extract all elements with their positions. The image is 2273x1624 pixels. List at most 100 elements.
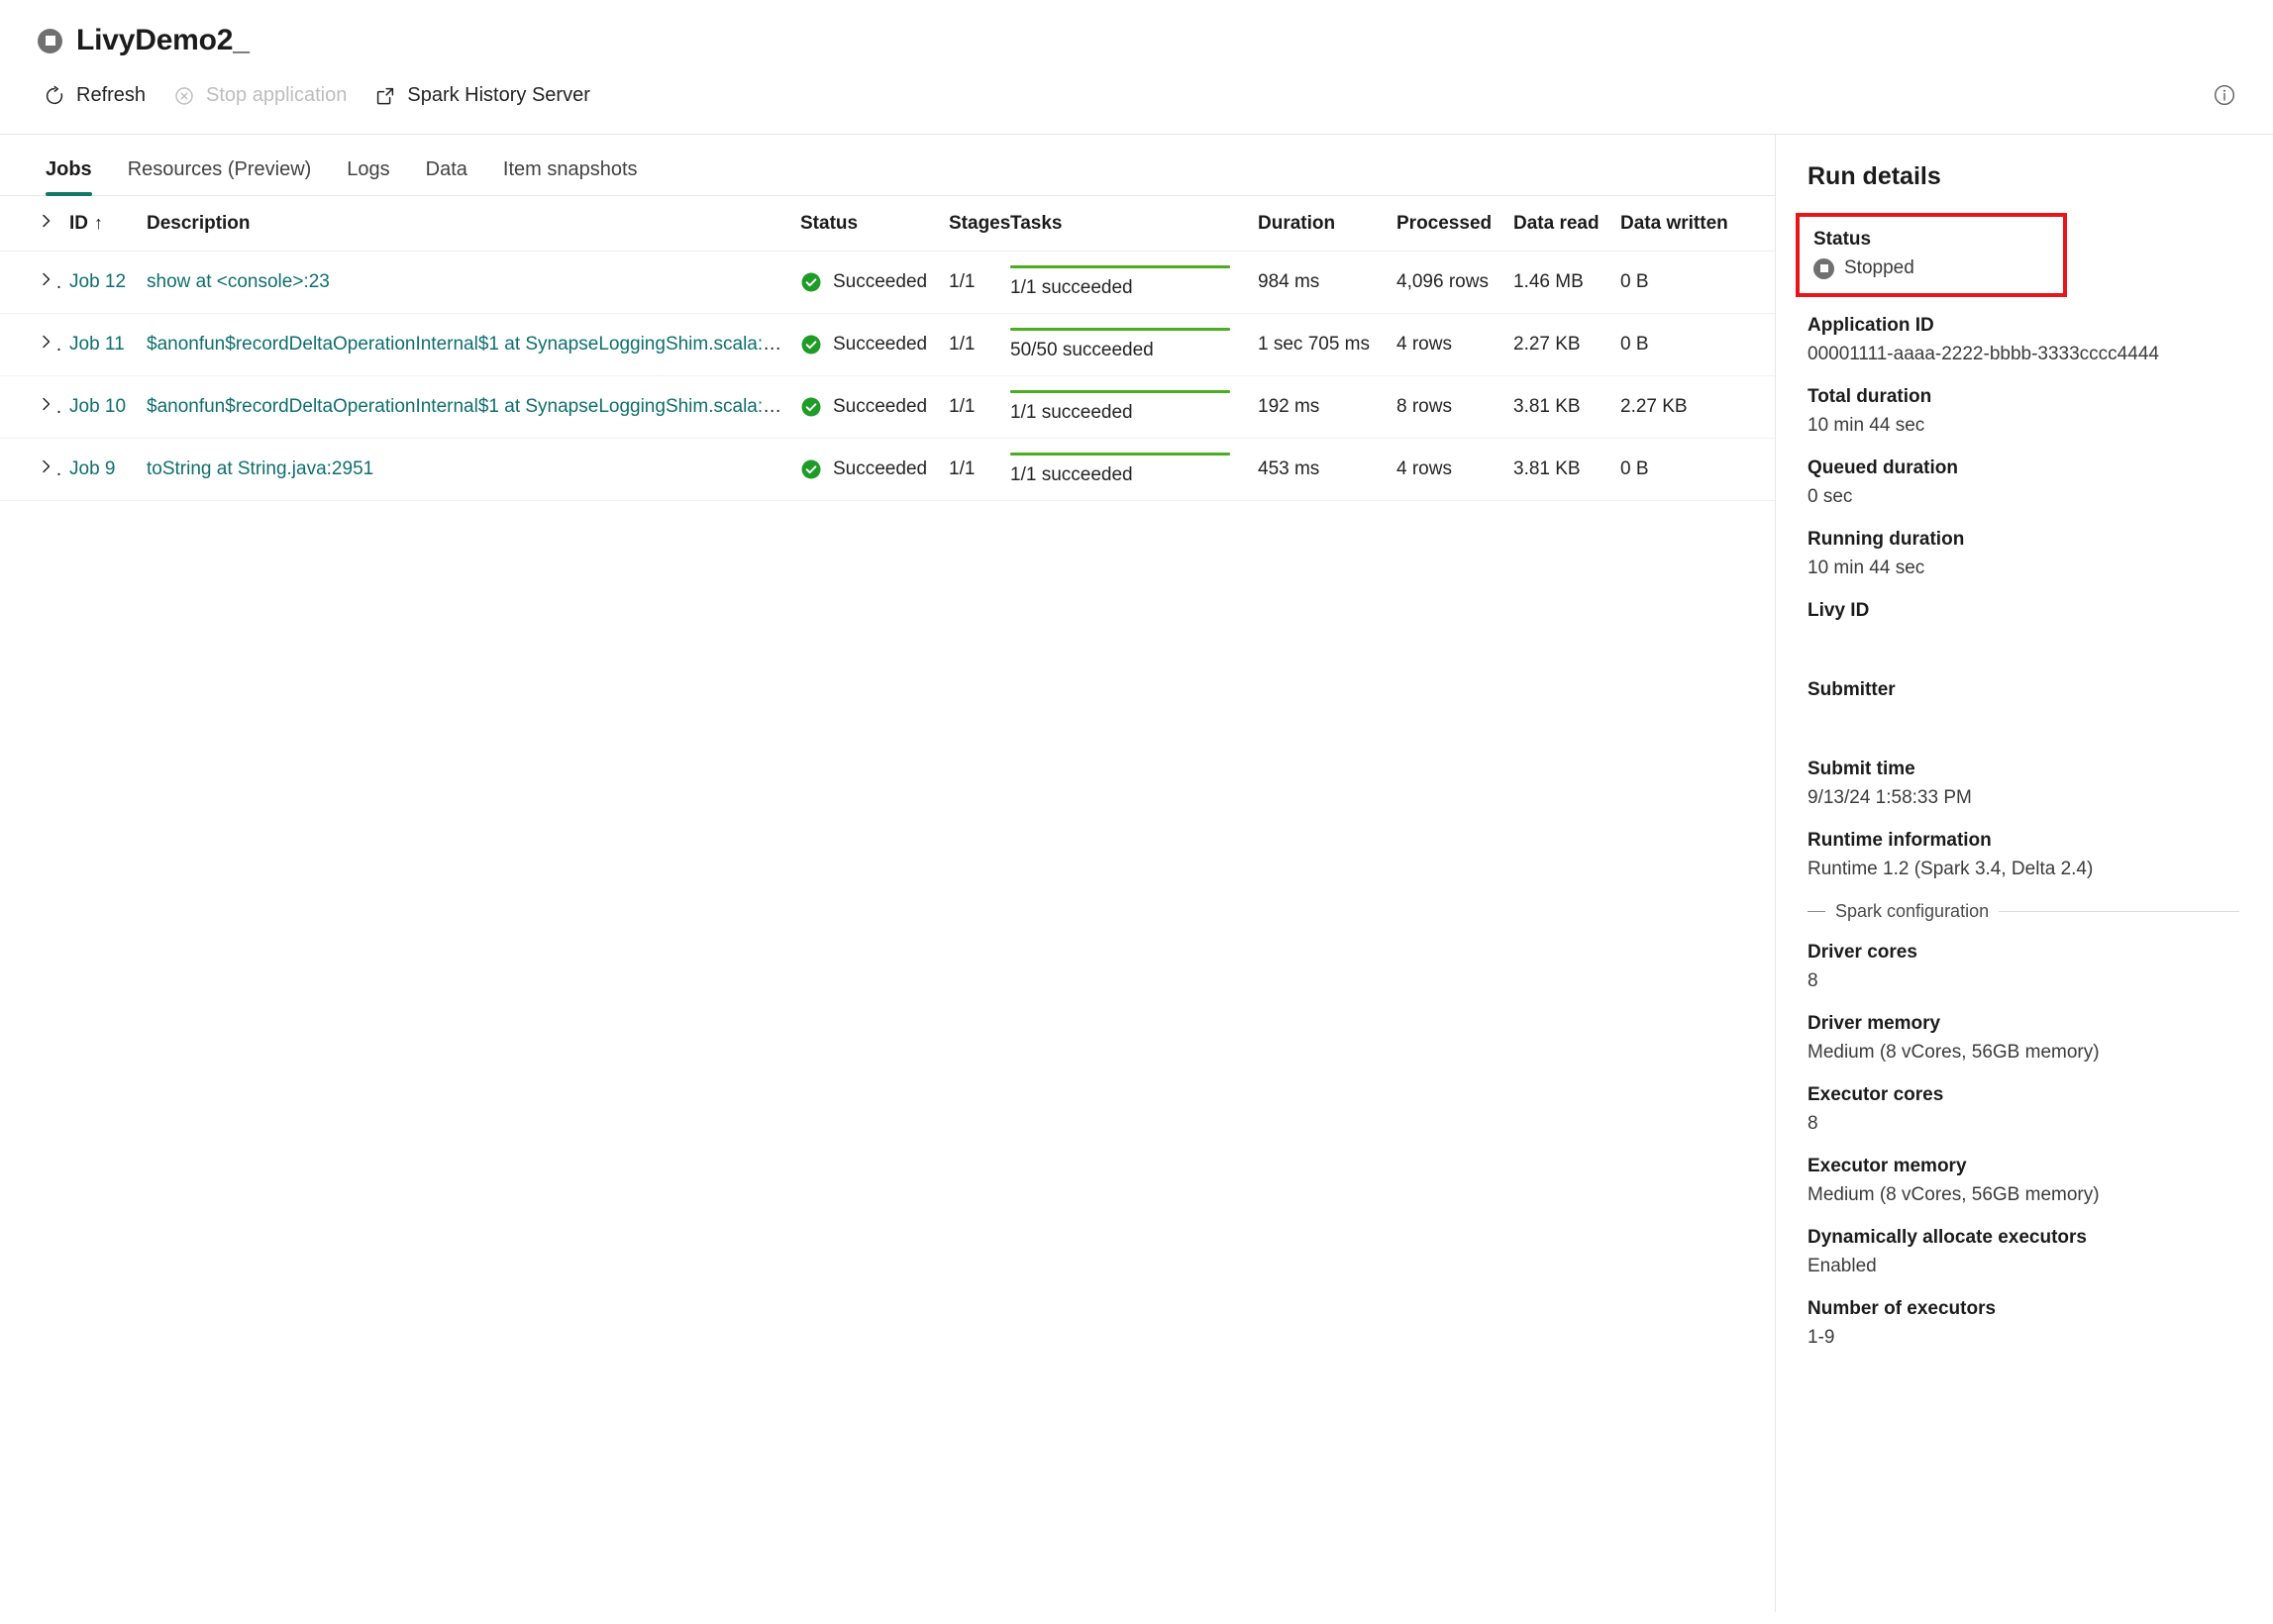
header-processed[interactable]: Processed: [1389, 196, 1505, 252]
refresh-label: Refresh: [76, 84, 147, 106]
page-header: LivyDemo2_ Refresh Stop application Spar…: [0, 0, 2273, 135]
total-duration-label: Total duration: [1808, 386, 1932, 407]
tab-data-label: Data: [425, 158, 467, 180]
data-read-value: 2.27 KB: [1513, 334, 1581, 355]
status-badge: Succeeded: [800, 271, 933, 293]
livy-id-label: Livy ID: [1808, 600, 1870, 621]
driver-cores-field: Driver cores 8: [1808, 942, 2239, 992]
stop-application-label: Stop application: [206, 84, 348, 106]
spark-history-server-button[interactable]: Spark History Server: [361, 77, 604, 114]
dynamic-allocation-field: Dynamically allocate executors Enabled: [1808, 1227, 2239, 1277]
tasks-progress-bar: [1010, 453, 1230, 456]
duration-value: 453 ms: [1258, 458, 1320, 479]
chevron-right-icon[interactable]: [38, 333, 55, 351]
header-stages-label: Stages: [949, 213, 1011, 234]
job-description-link[interactable]: toString at String.java:2951: [147, 458, 373, 479]
spark-history-server-label: Spark History Server: [407, 84, 590, 106]
runtime-information-label: Runtime information: [1808, 830, 1992, 851]
status-text: Succeeded: [833, 271, 928, 292]
tasks-progress-bar: [1010, 390, 1230, 393]
tab-data[interactable]: Data: [408, 158, 485, 195]
job-description-link[interactable]: show at <console>:23: [147, 271, 330, 292]
status-field: Status Stopped: [1813, 229, 2049, 279]
table-row[interactable]: Job 9 toString at String.java:2951 Succe…: [0, 438, 1775, 501]
stop-circle-x-icon: [173, 85, 195, 107]
row-expand-toggle[interactable]: [0, 313, 61, 376]
table-row[interactable]: Job 10 $anonfun$recordDeltaOperationInte…: [0, 375, 1775, 439]
main-pane: Jobs Resources (Preview) Logs Data Item …: [0, 135, 1775, 1612]
section-divider: [1999, 911, 2239, 912]
table-row[interactable]: Job 11 $anonfun$recordDeltaOperationInte…: [0, 313, 1775, 376]
job-id-link[interactable]: Job 10: [69, 396, 126, 417]
chevron-right-icon[interactable]: [38, 457, 55, 475]
table-row[interactable]: Job 12 show at <console>:23 Succeeded 1/…: [0, 251, 1775, 314]
total-duration-field: Total duration 10 min 44 sec: [1808, 386, 2239, 437]
tab-item-snapshots[interactable]: Item snapshots: [485, 158, 656, 195]
job-description-link[interactable]: $anonfun$recordDeltaOperationInternal$1 …: [147, 396, 791, 417]
submitter-field: Submitter: [1808, 679, 2239, 738]
header-description-label: Description: [147, 213, 251, 234]
livy-id-value: [1808, 629, 2239, 659]
duration-value: 192 ms: [1258, 396, 1320, 417]
header-tasks[interactable]: Tasks: [1002, 196, 1250, 252]
livy-id-field: Livy ID: [1808, 600, 2239, 659]
chevron-right-icon[interactable]: [38, 395, 55, 413]
tab-logs[interactable]: Logs: [329, 158, 407, 195]
header-id-label: ID: [69, 213, 88, 234]
executor-cores-value: 8: [1808, 1113, 1818, 1134]
dynamic-allocation-label: Dynamically allocate executors: [1808, 1227, 2087, 1248]
run-details-title: Run details: [1808, 162, 1941, 190]
tasks-progress: 1/1 succeeded: [1010, 453, 1230, 486]
executor-memory-value: Medium (8 vCores, 56GB memory): [1808, 1184, 2100, 1205]
header-data-written[interactable]: Data written: [1612, 196, 1775, 252]
header-expand-all[interactable]: [0, 196, 61, 252]
application-id-field: Application ID 00001111-aaaa-2222-bbbb-3…: [1808, 315, 2239, 365]
header-duration[interactable]: Duration: [1250, 196, 1389, 252]
header-description[interactable]: Description: [139, 196, 792, 252]
running-duration-field: Running duration 10 min 44 sec: [1808, 529, 2239, 579]
spark-configuration-section-header[interactable]: Spark configuration: [1808, 901, 2239, 922]
header-data-written-label: Data written: [1620, 213, 1728, 234]
row-expand-toggle[interactable]: [0, 375, 61, 439]
header-id[interactable]: ID ↑: [61, 196, 139, 252]
tasks-progress-bar: [1010, 328, 1230, 331]
driver-cores-value: 8: [1808, 970, 1818, 991]
executor-memory-field: Executor memory Medium (8 vCores, 56GB m…: [1808, 1156, 2239, 1206]
chevron-right-icon[interactable]: [38, 270, 55, 288]
data-read-value: 3.81 KB: [1513, 458, 1581, 479]
tasks-progress-bar: [1010, 265, 1230, 268]
processed-value: 8 rows: [1396, 396, 1452, 417]
page-title: LivyDemo2_: [76, 24, 250, 56]
data-written-value: 0 B: [1620, 334, 1649, 355]
title-row: LivyDemo2_: [0, 0, 2273, 55]
job-description-link[interactable]: $anonfun$recordDeltaOperationInternal$1 …: [147, 334, 791, 355]
refresh-button[interactable]: Refresh: [30, 77, 159, 114]
header-data-read[interactable]: Data read: [1505, 196, 1612, 252]
status-highlight-annotation: Status Stopped: [1796, 213, 2067, 297]
queued-duration-label: Queued duration: [1808, 457, 1958, 478]
sort-ascending-icon: ↑: [94, 213, 103, 233]
row-expand-toggle[interactable]: [0, 251, 61, 314]
total-duration-value: 10 min 44 sec: [1808, 415, 1925, 436]
header-tasks-label: Tasks: [1010, 213, 1063, 234]
chevron-right-icon[interactable]: [38, 212, 55, 230]
header-stages[interactable]: Stages: [941, 196, 1010, 252]
jobs-table-body: Job 12 show at <console>:23 Succeeded 1/…: [0, 251, 1775, 501]
tab-jobs[interactable]: Jobs: [28, 158, 110, 196]
job-id-link[interactable]: Job 12: [69, 271, 126, 292]
info-circle-icon[interactable]: [2206, 76, 2243, 114]
executor-cores-label: Executor cores: [1808, 1084, 1944, 1105]
processed-value: 4,096 rows: [1396, 271, 1489, 292]
tab-jobs-label: Jobs: [46, 158, 92, 180]
data-written-value: 0 B: [1620, 458, 1649, 479]
row-expand-toggle[interactable]: [0, 438, 61, 501]
driver-cores-label: Driver cores: [1808, 942, 1917, 963]
tab-resources[interactable]: Resources (Preview): [110, 158, 330, 195]
job-id-link[interactable]: Job 11: [69, 334, 125, 355]
stop-application-button[interactable]: Stop application: [159, 77, 361, 114]
stages-value: 1/1: [949, 458, 976, 479]
job-id-link[interactable]: Job 9: [69, 458, 115, 479]
header-data-read-label: Data read: [1513, 213, 1600, 234]
data-written-value: 0 B: [1620, 271, 1649, 292]
header-status[interactable]: Status: [792, 196, 941, 252]
